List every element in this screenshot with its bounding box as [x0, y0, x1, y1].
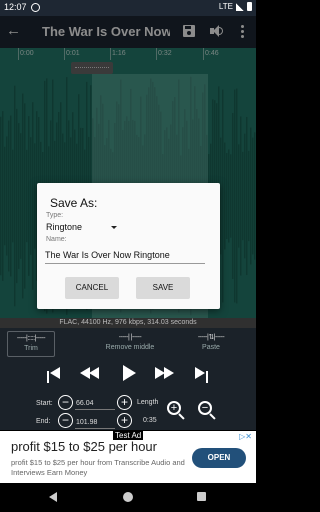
edit-toolbar: -----|:::::|----- Trim -----| |----- Rem… — [0, 328, 256, 358]
end-minus-button[interactable]: − — [58, 413, 73, 428]
ad-title: profit $15 to $25 per hour — [11, 439, 157, 454]
dialog-title: Save As: — [50, 196, 98, 210]
skip-end-icon[interactable] — [190, 363, 214, 383]
system-nav-bar — [0, 483, 256, 512]
zoom-in-icon[interactable]: + — [167, 401, 185, 420]
cancel-button[interactable]: CANCEL — [65, 277, 119, 299]
name-label: Name: — [46, 236, 67, 243]
rewind-icon[interactable] — [78, 363, 102, 383]
name-input[interactable]: The War Is Over Now Ringtone — [45, 250, 205, 264]
battery-icon — [247, 2, 252, 11]
start-label: Start: — [36, 400, 53, 407]
notification-icon — [31, 3, 40, 12]
skip-start-icon[interactable] — [42, 363, 66, 383]
status-icons: LTE — [219, 2, 252, 11]
test-ad-label: Test Ad — [113, 431, 144, 440]
end-label: End: — [36, 418, 51, 425]
signal-icon — [236, 2, 244, 11]
zoom-out-icon[interactable]: − — [198, 401, 216, 420]
start-underline — [75, 409, 115, 410]
trim-icon: -----|:::::|----- — [16, 335, 46, 342]
ad-open-button[interactable]: OPEN — [192, 448, 246, 468]
tab-remove-middle[interactable]: -----| |----- Remove middle — [98, 331, 162, 357]
start-plus-button[interactable]: + — [117, 395, 132, 410]
network-label: LTE — [218, 2, 233, 11]
fast-forward-icon[interactable] — [153, 363, 177, 383]
length-label: Length — [137, 399, 159, 406]
start-minus-button[interactable]: − — [58, 395, 73, 410]
paste-icon: -----|⇅|----- — [197, 334, 225, 341]
start-value[interactable]: 66.04 — [76, 400, 94, 407]
nav-recents-icon[interactable] — [197, 492, 206, 501]
tab-label: Paste — [202, 344, 220, 351]
nav-home-icon[interactable] — [123, 492, 133, 502]
status-bar: 12:07 LTE — [0, 0, 256, 16]
dropdown-arrow-icon[interactable] — [111, 226, 117, 229]
play-icon[interactable] — [117, 363, 141, 383]
save-as-dialog: Save As: Type: Ringtone Name: The War Is… — [37, 183, 220, 309]
ad-choices-icon[interactable]: ▷✕ — [239, 432, 252, 441]
tab-trim[interactable]: -----|:::::|----- Trim — [7, 331, 55, 357]
save-button[interactable]: SAVE — [136, 277, 190, 299]
status-time: 12:07 — [4, 2, 27, 12]
tab-label: Remove middle — [105, 344, 155, 351]
end-value[interactable]: 101.98 — [76, 419, 97, 426]
file-info: FLAC, 44100 Hz, 976 kbps, 314.03 seconds — [0, 318, 256, 328]
remove-middle-icon: -----| |----- — [118, 334, 142, 341]
playback-controls: Start: − 66.04 + Length End: − 101.98 + … — [0, 358, 256, 430]
end-plus-button[interactable]: + — [117, 413, 132, 428]
tab-paste[interactable]: -----|⇅|----- Paste — [188, 331, 234, 357]
end-underline — [75, 428, 115, 429]
type-label: Type: — [46, 212, 64, 219]
tab-label: Trim — [24, 345, 38, 352]
ad-text: profit $15 to $25 per hour from Transcri… — [11, 458, 185, 477]
length-value: 0:35 — [143, 417, 157, 424]
nav-back-icon[interactable] — [49, 492, 57, 502]
